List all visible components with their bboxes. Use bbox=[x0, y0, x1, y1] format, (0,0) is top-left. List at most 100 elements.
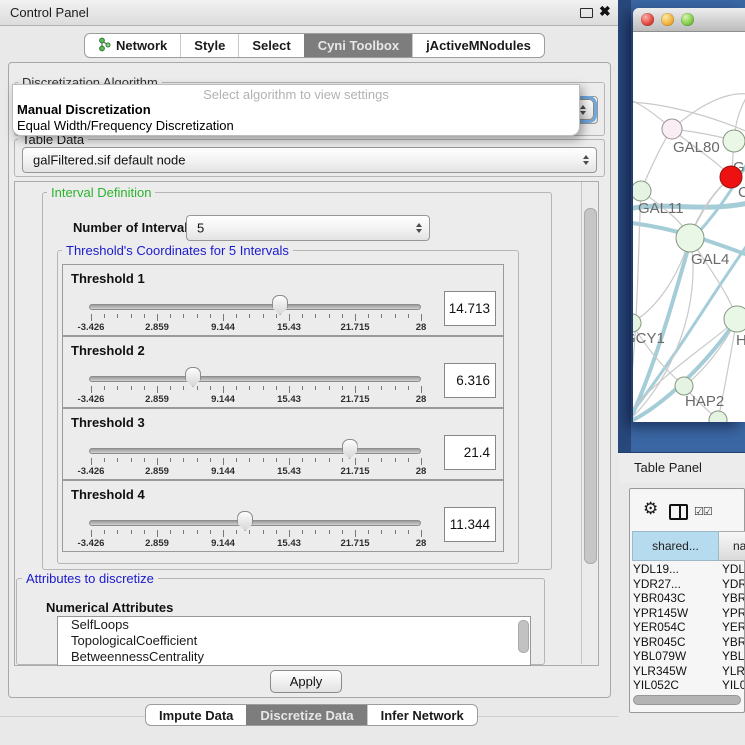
tab-label: Discretize Data bbox=[260, 708, 353, 723]
threshold-panel: Threshold 4 -3.4262.8599.14415.4321.7152… bbox=[62, 480, 504, 552]
dropdown-option-manual-discretization[interactable]: Manual Discretization bbox=[17, 102, 151, 117]
table-data-selected-value: galFiltered.sif default node bbox=[33, 153, 185, 168]
threshold-slider-track[interactable] bbox=[89, 376, 421, 382]
threshold-value-input[interactable] bbox=[444, 507, 496, 542]
table-data-select[interactable]: galFiltered.sif default node bbox=[22, 147, 597, 173]
apply-button[interactable]: Apply bbox=[270, 670, 342, 693]
threshold-slider-track[interactable] bbox=[89, 448, 421, 454]
cell-name: YLR3 bbox=[719, 664, 744, 679]
attributes-section-title: Attributes to discretize bbox=[22, 571, 158, 586]
split-view-icon[interactable] bbox=[669, 504, 688, 520]
table-row[interactable]: YER054CYER0 bbox=[630, 620, 744, 635]
threshold-panel: Threshold 2 -3.4262.8599.14415.4321.7152… bbox=[62, 336, 504, 408]
mac-minimize-button[interactable] bbox=[661, 13, 674, 26]
cell-name: YBR0 bbox=[719, 635, 744, 650]
tab-jactivemnodules[interactable]: jActiveMNodules bbox=[412, 34, 544, 57]
screenshot-root: Control Panel ✖ NetworkStyleSelectCyni T… bbox=[0, 0, 745, 745]
table-hscrollbar-thumb[interactable] bbox=[633, 695, 741, 705]
table-row[interactable]: YPR145WYPR1 bbox=[630, 606, 744, 621]
node-label: C bbox=[738, 184, 745, 201]
tab-infer-network[interactable]: Infer Network bbox=[367, 705, 477, 725]
settings-scrollbar-thumb[interactable] bbox=[584, 208, 597, 564]
threshold-value-input[interactable] bbox=[444, 435, 496, 470]
mac-zoom-button[interactable] bbox=[681, 13, 694, 26]
threshold-value-input[interactable] bbox=[444, 291, 496, 326]
node-label: HAP2 bbox=[685, 393, 724, 410]
tab-label: Cyni Toolbox bbox=[318, 38, 399, 53]
column-header-name[interactable]: na bbox=[719, 531, 745, 561]
cell-shared-name: YPR145W bbox=[630, 606, 719, 621]
spinner-down-icon bbox=[583, 161, 589, 165]
threshold-slider-track[interactable] bbox=[89, 520, 421, 526]
cell-name: YER0 bbox=[719, 620, 744, 635]
table-panel-title: Table Panel bbox=[634, 453, 702, 483]
cell-shared-name: YBL079W bbox=[630, 649, 719, 664]
network-window-titlebar[interactable] bbox=[633, 8, 745, 32]
interval-definition-title: Interval Definition bbox=[47, 185, 155, 200]
network-canvas[interactable]: GAL80GACGAL11GAL4GCY1HHAP2 bbox=[633, 32, 745, 422]
tab-cyni-toolbox[interactable]: Cyni Toolbox bbox=[304, 34, 412, 57]
table-panel-header: Table Panel bbox=[618, 452, 745, 483]
network-desktop-shadow bbox=[618, 0, 631, 452]
attribute-list-item[interactable]: BetweennessCentrality bbox=[58, 649, 530, 665]
number-of-intervals-label: Number of Intervals bbox=[73, 220, 195, 235]
threshold-ticks bbox=[91, 314, 421, 322]
threshold-panel: Threshold 1 -3.4262.8599.14415.4321.7152… bbox=[62, 264, 504, 336]
table-row[interactable]: YIL052CYIL0 bbox=[630, 678, 744, 693]
network-node-gal11[interactable] bbox=[633, 181, 651, 201]
tab-impute-data[interactable]: Impute Data bbox=[146, 705, 246, 725]
threshold-slider-track[interactable] bbox=[89, 304, 421, 310]
spinner-up-icon bbox=[580, 105, 586, 109]
threshold-label: Threshold 2 bbox=[71, 343, 145, 358]
threshold-slider-thumb[interactable] bbox=[237, 511, 253, 531]
threshold-panel: Threshold 3 -3.4262.8599.14415.4321.7152… bbox=[62, 408, 504, 480]
threshold-slider-thumb[interactable] bbox=[185, 367, 201, 387]
numerical-attributes-label: Numerical Attributes bbox=[46, 600, 173, 615]
tab-discretize-data[interactable]: Discretize Data bbox=[246, 705, 366, 725]
table-row[interactable]: YBR043CYBR0 bbox=[630, 591, 744, 606]
threshold-slider-thumb[interactable] bbox=[342, 439, 358, 459]
control-panel-tabbar: NetworkStyleSelect Cyni Toolbox jActiveMNo… bbox=[84, 33, 545, 58]
numerical-attributes-list[interactable]: SelfLoopsTopologicalCoefficientBetweenne… bbox=[57, 616, 531, 666]
node-label: GAL11 bbox=[638, 200, 684, 217]
attributes-scrollbar-thumb[interactable] bbox=[518, 620, 529, 653]
threshold-label: Threshold 1 bbox=[71, 271, 145, 286]
network-node-gal80[interactable] bbox=[662, 119, 682, 139]
network-graph: GAL80GACGAL11GAL4GCY1HHAP2 bbox=[633, 32, 745, 422]
table-row[interactable]: YDL19...YDL1 bbox=[630, 562, 744, 577]
network-node-gal4[interactable] bbox=[676, 224, 704, 252]
column-checkbox-icons[interactable]: ☑☑ bbox=[694, 505, 712, 518]
network-node[interactable] bbox=[709, 411, 727, 422]
cyni-mode-tabbar: Impute Data Discretize Data Infer Network bbox=[145, 704, 478, 726]
thresholds-title: Threshold's Coordinates for 5 Intervals bbox=[62, 243, 293, 258]
dropdown-prompt-item: Select algorithm to view settings bbox=[13, 87, 579, 102]
table-row[interactable]: YDR27...YDR2 bbox=[630, 577, 744, 592]
cell-shared-name: YBR045C bbox=[630, 635, 719, 650]
threshold-slider-thumb[interactable] bbox=[272, 295, 288, 315]
column-header-shared-name[interactable]: shared... bbox=[632, 531, 719, 561]
mac-close-button[interactable] bbox=[641, 13, 654, 26]
cell-shared-name: YDR27... bbox=[630, 577, 719, 592]
threshold-tick-labels: -3.4262.8599.14415.4321.71528 bbox=[91, 466, 421, 477]
threshold-tick-labels: -3.4262.8599.14415.4321.71528 bbox=[91, 322, 421, 333]
tab-network[interactable]: Network bbox=[85, 34, 180, 57]
close-icon[interactable]: ✖ bbox=[599, 3, 611, 20]
network-node-h[interactable] bbox=[724, 306, 745, 332]
threshold-value-input[interactable] bbox=[444, 363, 496, 398]
table-row[interactable]: YBL079WYBL0 bbox=[630, 649, 744, 664]
float-window-icon[interactable] bbox=[580, 8, 593, 18]
dropdown-option-equal-width-frequency[interactable]: Equal Width/Frequency Discretization bbox=[17, 118, 234, 133]
gear-icon[interactable]: ⚙ bbox=[643, 499, 658, 519]
number-of-intervals-value: 5 bbox=[197, 221, 204, 236]
table-row[interactable]: YLR345WYLR3 bbox=[630, 664, 744, 679]
tab-style[interactable]: Style bbox=[180, 34, 238, 57]
attribute-list-item[interactable]: SelfLoops bbox=[58, 617, 530, 633]
cell-shared-name: YER054C bbox=[630, 620, 719, 635]
table-row[interactable]: YBR045CYBR0 bbox=[630, 635, 744, 650]
node-label: GAL80 bbox=[673, 139, 720, 156]
attribute-list-item[interactable]: TopologicalCoefficient bbox=[58, 633, 530, 649]
tab-select[interactable]: Select bbox=[238, 34, 303, 57]
right-region: GAL80GACGAL11GAL4GCY1HHAP2 Table Panel ⚙… bbox=[618, 0, 745, 745]
number-of-intervals-select[interactable]: 5 bbox=[186, 215, 430, 241]
network-node-ga[interactable] bbox=[723, 130, 745, 152]
